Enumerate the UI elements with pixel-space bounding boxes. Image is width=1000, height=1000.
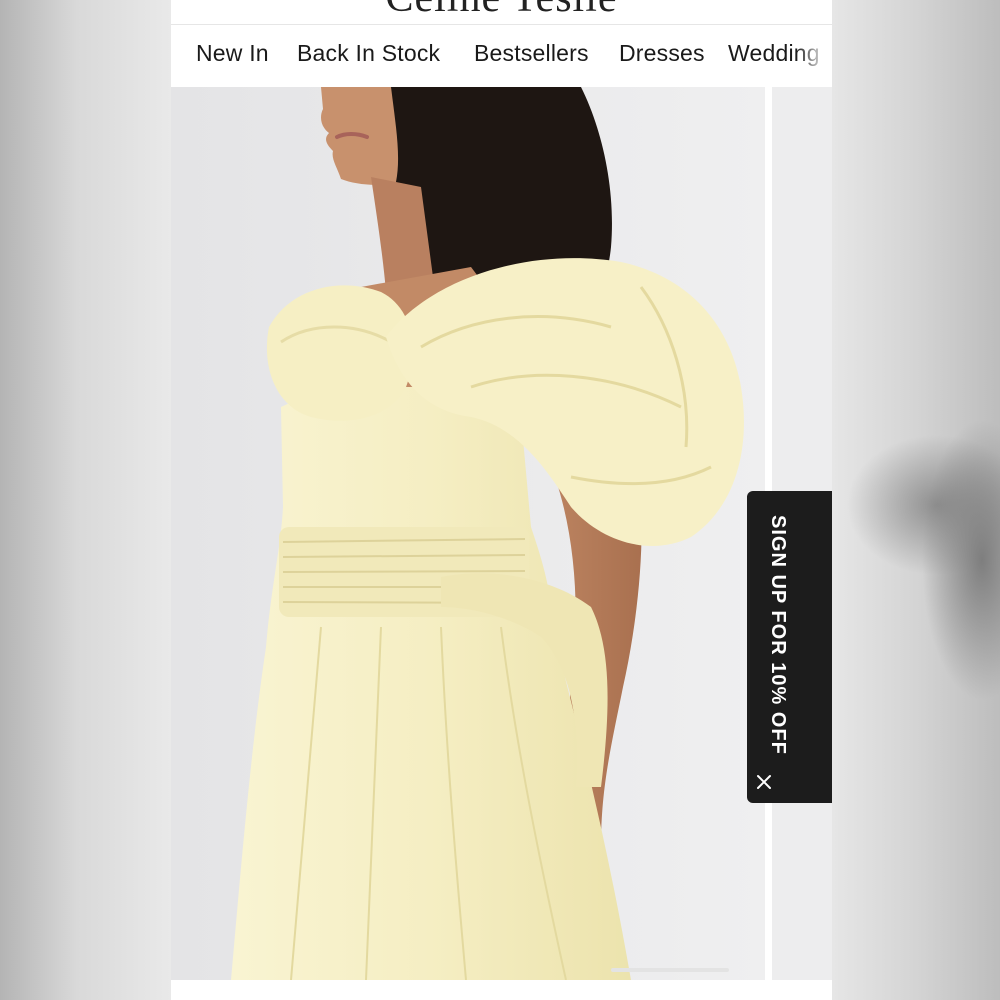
nav-item-back-in-stock[interactable]: Back In Stock xyxy=(297,40,440,67)
background-right-blur xyxy=(832,0,1000,1000)
nav-scroll-fade xyxy=(796,26,832,86)
product-photo-illustration xyxy=(171,87,765,980)
signup-discount-tab[interactable]: SIGN UP FOR 10% OFF xyxy=(747,491,832,803)
bottom-bar xyxy=(171,980,832,1000)
brand-logo[interactable]: Celine Teslie xyxy=(171,0,832,22)
category-nav: New In Back In Stock Bestsellers Dresses… xyxy=(171,26,832,86)
menu-icon[interactable] xyxy=(774,0,794,4)
gallery-scroll-indicator xyxy=(611,968,729,972)
header: Celine Teslie xyxy=(171,0,832,25)
signup-discount-label: SIGN UP FOR 10% OFF xyxy=(767,515,789,755)
product-image[interactable] xyxy=(171,87,765,980)
background-left-blur xyxy=(0,0,171,1000)
nav-item-new-in[interactable]: New In xyxy=(196,40,269,67)
close-icon[interactable] xyxy=(753,771,775,793)
mobile-screen: Celine Teslie New In Back In Stock Bests… xyxy=(171,0,832,1000)
nav-item-dresses[interactable]: Dresses xyxy=(619,40,705,67)
nav-item-bestsellers[interactable]: Bestsellers xyxy=(474,40,589,67)
